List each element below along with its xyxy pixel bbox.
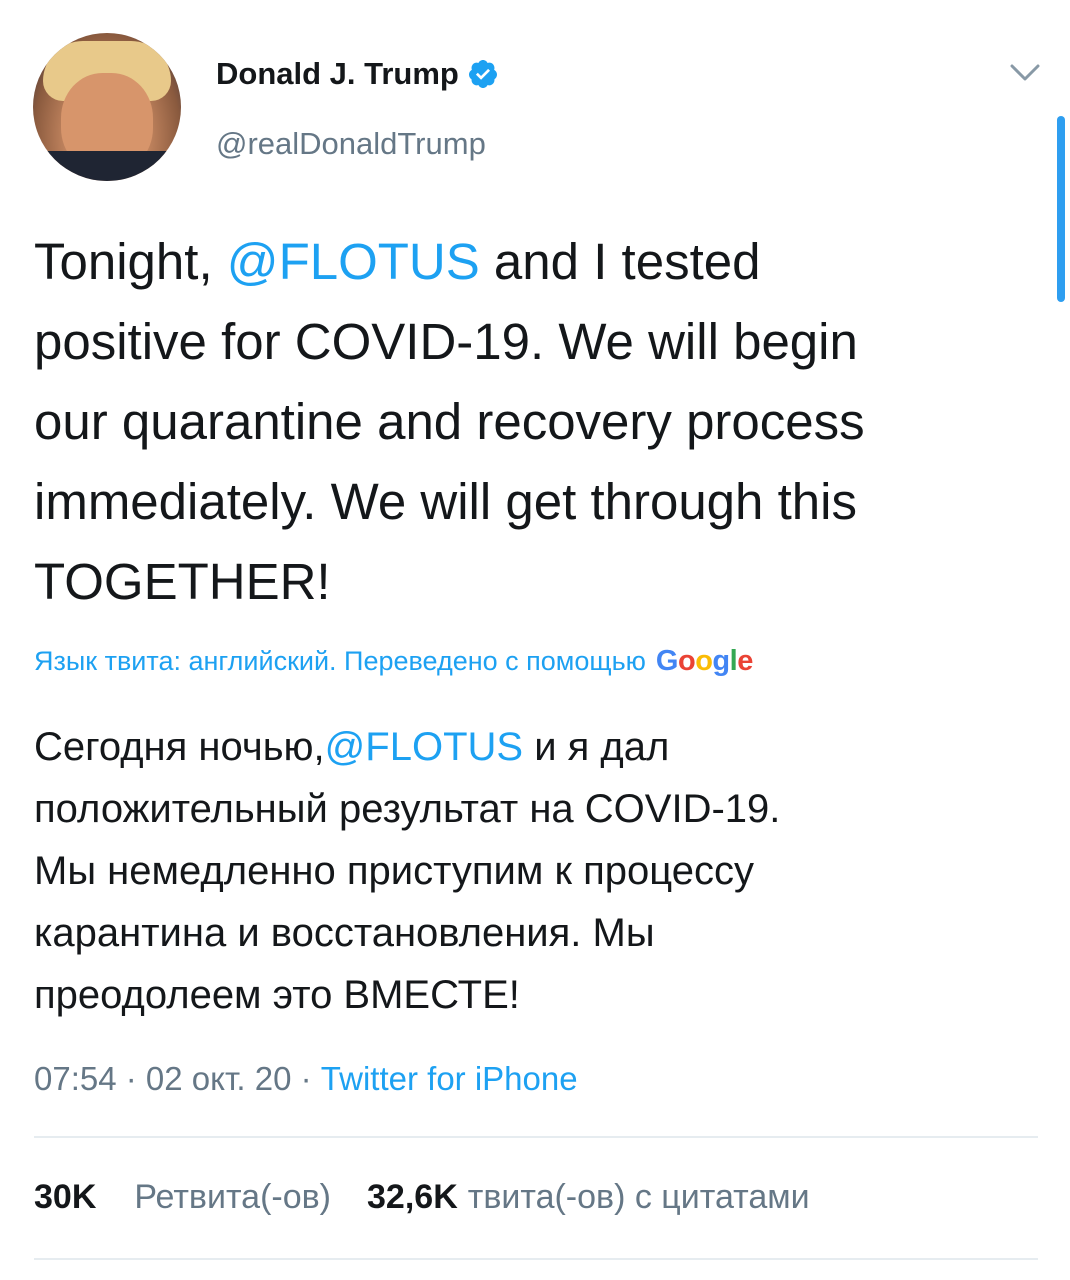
tweet-source-link[interactable]: Twitter for iPhone bbox=[321, 1060, 578, 1097]
author-handle[interactable]: @realDonaldTrump bbox=[216, 126, 486, 162]
google-logo-letter: g bbox=[712, 645, 730, 677]
author-name-row[interactable]: Donald J. Trump bbox=[216, 54, 499, 94]
retweets-label: Ретвита(-ов) bbox=[134, 1178, 332, 1216]
author-name[interactable]: Donald J. Trump bbox=[216, 56, 459, 92]
quotes-label: твита(-ов) с цитатами bbox=[467, 1178, 810, 1216]
retweets-count: 30K bbox=[34, 1178, 97, 1216]
tweet-stats: 30K Ретвита(-ов) 32,6K твита(-ов) с цитата… bbox=[34, 1178, 810, 1217]
google-logo: Google bbox=[656, 645, 753, 678]
tweet-text-part: Tonight, bbox=[34, 233, 227, 290]
tweet-text: Tonight, @FLOTUS and I tested positive f… bbox=[34, 222, 1034, 622]
meta-separator: · bbox=[116, 1060, 146, 1097]
scrollbar[interactable] bbox=[1057, 116, 1065, 302]
translated-tweet-text: Сегодня ночью,@FLOTUS и я дал положитель… bbox=[34, 716, 1034, 1026]
google-logo-letter: o bbox=[677, 645, 696, 677]
divider bbox=[34, 1258, 1038, 1260]
tweet-meta: 07:54 · 02 окт. 20 · Twitter for iPhone bbox=[34, 1060, 578, 1098]
chevron-down-icon[interactable] bbox=[1008, 60, 1042, 86]
translation-note-label: Язык твита: английский. Переведено с пом… bbox=[34, 646, 646, 676]
translated-text-part: Сегодня ночью, bbox=[34, 725, 325, 769]
google-logo-letter: o bbox=[695, 645, 713, 677]
google-logo-letter: G bbox=[655, 645, 679, 677]
mention-link[interactable]: @FLOTUS bbox=[325, 725, 523, 769]
translation-note[interactable]: Язык твита: английский. Переведено с пом… bbox=[34, 645, 753, 678]
mention-link[interactable]: @FLOTUS bbox=[227, 233, 480, 290]
quotes-stat[interactable]: 32,6K твита(-ов) с цитатами bbox=[367, 1178, 810, 1217]
tweet-time[interactable]: 07:54 bbox=[34, 1060, 117, 1097]
tweet-date[interactable]: 02 окт. 20 bbox=[146, 1060, 292, 1097]
verified-badge-icon bbox=[468, 60, 497, 88]
avatar-suit bbox=[33, 151, 181, 181]
quotes-count: 32,6K bbox=[367, 1178, 458, 1216]
divider bbox=[34, 1136, 1038, 1138]
google-logo-letter: e bbox=[737, 645, 753, 677]
retweets-stat[interactable]: 30K Ретвита(-ов) bbox=[34, 1178, 331, 1217]
meta-separator: · bbox=[291, 1060, 321, 1097]
avatar[interactable] bbox=[33, 33, 181, 181]
